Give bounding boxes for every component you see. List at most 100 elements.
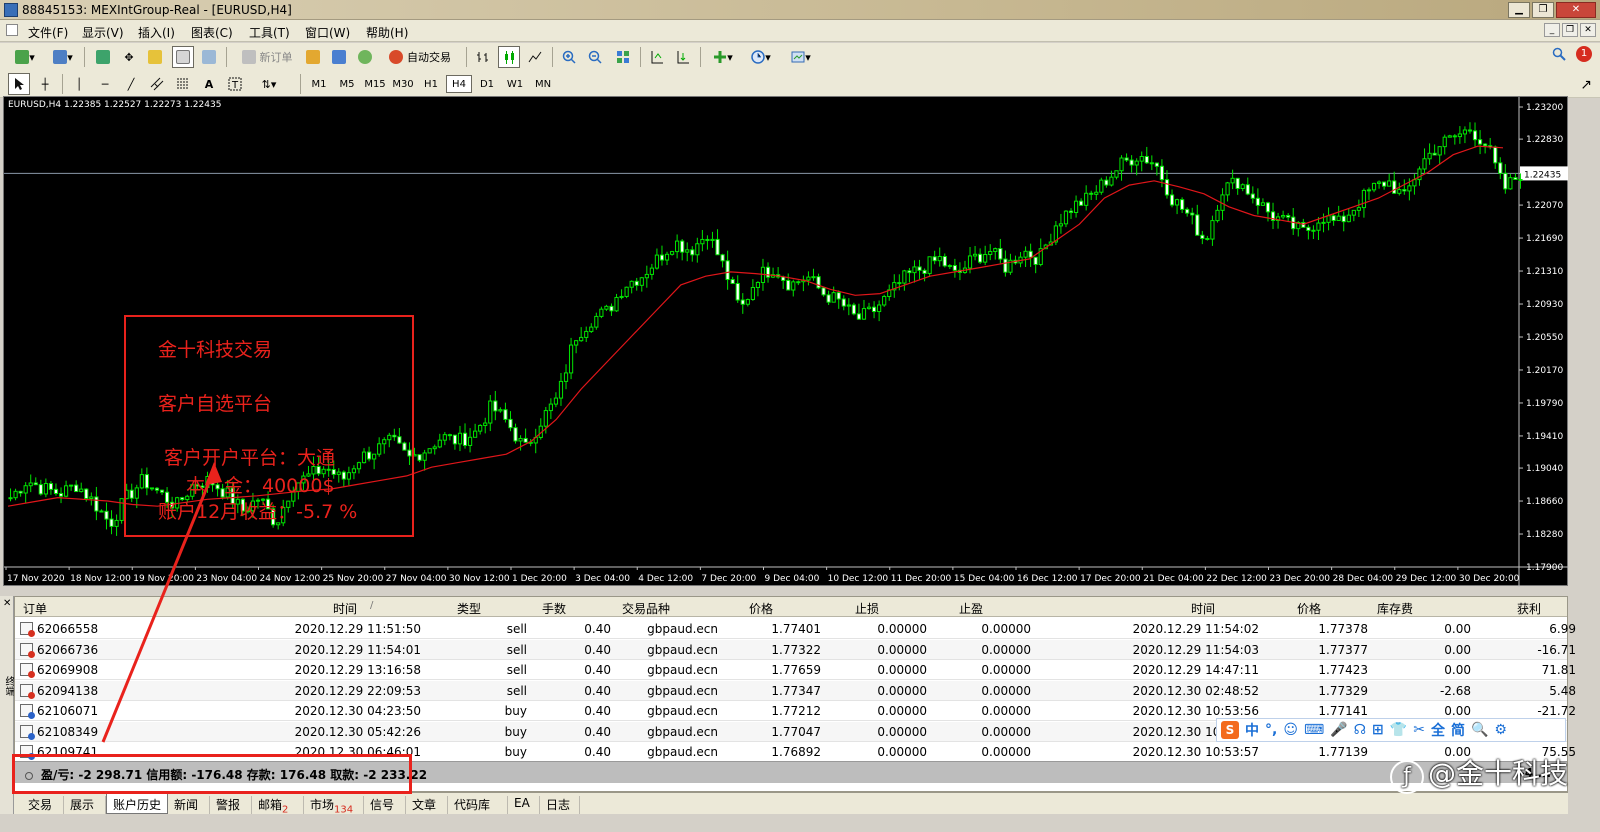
period-h1[interactable]: H1 [418, 75, 444, 93]
cursor-icon[interactable] [8, 73, 30, 95]
horizontal-line-icon[interactable]: ─ [94, 73, 116, 95]
close-button[interactable]: ✕ [1556, 2, 1596, 18]
ime-emoji-icon[interactable]: ☺ [1283, 722, 1298, 738]
terminal-button[interactable] [172, 46, 194, 68]
mdi-close-button[interactable]: ✕ [1580, 23, 1596, 37]
terminal-tab[interactable]: EA [508, 796, 540, 814]
ime-chinese-mode[interactable]: 中 [1245, 720, 1259, 740]
chart-shift-icon[interactable] [646, 46, 668, 68]
terminal-tab[interactable]: 展示 [64, 796, 106, 814]
menu-chart[interactable]: 图表(C) [191, 24, 233, 41]
minimize-button[interactable]: ▁ [1508, 2, 1530, 18]
crosshair-icon[interactable]: ✥ [118, 46, 140, 68]
auto-scroll-icon[interactable] [672, 46, 694, 68]
menu-view[interactable]: 显示(V) [82, 24, 124, 41]
col-type[interactable]: 类型 [457, 600, 481, 617]
line-chart-icon[interactable] [524, 46, 546, 68]
ime-skin-icon[interactable]: 👕 [1390, 722, 1407, 738]
ime-simplified-mode[interactable]: 简 [1451, 720, 1465, 740]
menu-window[interactable]: 窗口(W) [305, 24, 350, 41]
menu-insert[interactable]: 插入(I) [138, 24, 175, 41]
col-tp[interactable]: 止盈 [959, 600, 983, 617]
col-close-time[interactable]: 时间 [1191, 600, 1215, 617]
auto-trading-button[interactable]: 自动交易 [382, 46, 458, 68]
col-swap[interactable]: 库存费 [1377, 600, 1413, 617]
terminal-close-icon[interactable]: ✕ [3, 598, 11, 609]
menu-help[interactable]: 帮助(H) [366, 24, 408, 41]
terminal-tab[interactable]: 邮箱2 [252, 796, 304, 815]
price-chart[interactable]: 1.23200 1.22830 1.22435 1.22070 1.21690 1.213… [3, 96, 1569, 587]
mdi-restore-button[interactable]: ❐ [1562, 23, 1578, 37]
period-m1[interactable]: M1 [306, 75, 332, 93]
period-mn[interactable]: MN [530, 75, 556, 93]
periods-clock-icon[interactable]: ▾ [744, 46, 778, 68]
notification-badge[interactable]: 1 [1576, 46, 1592, 62]
trendline-icon[interactable]: ╱ [120, 73, 142, 95]
col-close-price[interactable]: 价格 [1297, 600, 1321, 617]
table-row[interactable]: 62066736 2020.12.29 11:54:01 sell 0.40 gbpau… [15, 639, 1576, 660]
period-h4[interactable]: H4 [446, 75, 472, 93]
ime-fullwidth-mode[interactable]: 全 [1431, 720, 1445, 740]
period-m5[interactable]: M5 [334, 75, 360, 93]
strategy-tester-button[interactable] [198, 46, 220, 68]
terminal-tab[interactable]: 警报 [210, 796, 252, 814]
col-sl[interactable]: 止损 [855, 600, 879, 617]
market-watch-button[interactable] [92, 46, 114, 68]
tile-windows-icon[interactable] [612, 46, 634, 68]
signals-button[interactable] [328, 46, 350, 68]
new-chart-button[interactable]: ▾ [8, 46, 42, 68]
indicators-button[interactable]: ▾ [706, 46, 740, 68]
col-symbol[interactable]: 交易品种 [622, 600, 670, 617]
terminal-tab[interactable]: 交易 [22, 796, 64, 814]
period-m30[interactable]: M30 [390, 75, 416, 93]
mdi-minimize-button[interactable]: _ [1544, 23, 1560, 37]
metaeditor-button[interactable] [302, 46, 324, 68]
period-m15[interactable]: M15 [362, 75, 388, 93]
terminal-tab[interactable]: 账户历史 [106, 793, 168, 814]
ime-toolbox-icon[interactable]: ⊞ [1372, 722, 1384, 738]
ime-voice-icon[interactable]: 🎤 [1330, 722, 1347, 738]
ime-search-icon[interactable]: 🔍 [1471, 722, 1488, 738]
terminal-tab[interactable]: 信号 [364, 796, 406, 814]
ime-punct-icon[interactable]: °, [1265, 722, 1277, 738]
terminal-tab[interactable]: 文章 [406, 796, 448, 814]
terminal-tab[interactable]: 代码库 [448, 796, 508, 814]
col-open-price[interactable]: 价格 [749, 600, 773, 617]
zoom-in-icon[interactable] [558, 46, 580, 68]
ime-settings-icon[interactable]: ⚙ [1494, 722, 1507, 738]
menu-file[interactable]: 文件(F) [28, 24, 68, 41]
col-order[interactable]: 订单 [23, 600, 47, 617]
fibonacci-icon[interactable] [172, 73, 194, 95]
candlestick-icon[interactable] [498, 46, 520, 68]
col-open-time[interactable]: 时间 [333, 600, 357, 617]
profiles-button[interactable]: ▾ [48, 46, 78, 68]
text-label-icon[interactable]: T [224, 73, 246, 95]
new-order-button[interactable]: 新订单 [232, 46, 302, 68]
table-row[interactable]: 62094138 2020.12.29 22:09:53 sell 0.40 gbpau… [15, 680, 1576, 701]
channel-icon[interactable] [146, 73, 168, 95]
period-w1[interactable]: W1 [502, 75, 528, 93]
ime-crop-icon[interactable]: ✂ [1413, 722, 1425, 738]
bar-chart-icon[interactable] [472, 46, 494, 68]
table-row[interactable]: 62066558 2020.12.29 11:51:50 sell 0.40 gbpau… [15, 619, 1576, 639]
vps-button[interactable] [354, 46, 376, 68]
menu-tools[interactable]: 工具(T) [249, 24, 290, 41]
ime-keyboard-icon[interactable]: ⌨ [1304, 722, 1324, 738]
zoom-out-icon[interactable] [584, 46, 606, 68]
maximize-button[interactable]: ❐ [1532, 2, 1554, 18]
arrows-tool-icon[interactable]: ⇅▾ [252, 73, 286, 95]
table-row[interactable]: 62069908 2020.12.29 13:16:58 sell 0.40 gbpau… [15, 660, 1576, 680]
help-arrow-icon[interactable]: ↗ [1580, 77, 1592, 93]
terminal-tab[interactable]: 日志 [540, 796, 580, 814]
search-icon[interactable] [1552, 47, 1566, 61]
vertical-line-icon[interactable]: │ [68, 73, 90, 95]
templates-button[interactable]: ▾ [784, 46, 818, 68]
terminal-tab[interactable]: 市场134 [304, 796, 364, 815]
sogou-logo-icon[interactable]: S [1221, 721, 1239, 739]
period-d1[interactable]: D1 [474, 75, 500, 93]
col-lots[interactable]: 手数 [542, 600, 566, 617]
navigator-button[interactable] [144, 46, 166, 68]
text-tool-icon[interactable]: A [198, 73, 220, 95]
terminal-tab[interactable]: 新闻 [168, 796, 210, 814]
ime-headset-icon[interactable]: ☊ [1354, 722, 1366, 738]
